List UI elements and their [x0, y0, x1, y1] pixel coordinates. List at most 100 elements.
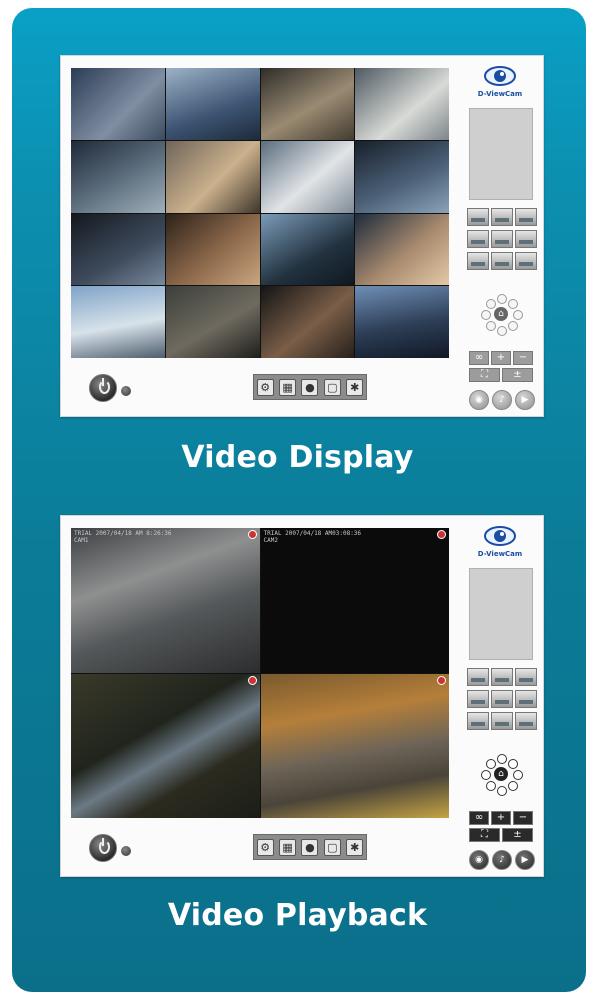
status-light-icon — [121, 846, 131, 856]
zoom-in-button[interactable]: + — [491, 811, 511, 825]
snapshot-icon[interactable]: ◉ — [469, 390, 489, 410]
schedule-icon[interactable]: ▦ — [279, 838, 297, 856]
record-icon[interactable]: ● — [301, 838, 319, 856]
ptz-up-left[interactable] — [486, 759, 496, 769]
settings-icon[interactable]: ⚙ — [256, 838, 274, 856]
focus-bar: ⛶ ± — [469, 828, 533, 842]
camera-tile[interactable] — [71, 286, 165, 358]
zoom-out-button[interactable]: − — [513, 351, 533, 365]
gear-icon[interactable]: ✱ — [346, 838, 364, 856]
layout-button[interactable] — [467, 230, 489, 248]
camera-tile[interactable]: TRIAL 2007/04/18 AM03:08:36 CAM2 — [260, 528, 449, 673]
sequence-button[interactable] — [515, 252, 537, 270]
home-icon[interactable]: ⌂ — [494, 767, 508, 781]
layout-button[interactable] — [491, 668, 513, 686]
zoom-out-button[interactable]: − — [513, 811, 533, 825]
ptz-up-right[interactable] — [508, 759, 518, 769]
gear-icon[interactable]: ✱ — [346, 378, 364, 396]
layout-button[interactable] — [491, 230, 513, 248]
ptz-down-right[interactable] — [508, 321, 518, 331]
document-icon[interactable]: ▢ — [323, 838, 341, 856]
ptz-control: ⌂ — [481, 294, 523, 336]
layout-button[interactable] — [491, 690, 513, 708]
camera-tile[interactable] — [165, 286, 260, 358]
status-light-icon — [121, 386, 131, 396]
playback-icon[interactable]: ▶ — [515, 850, 535, 870]
layout-button[interactable] — [515, 690, 537, 708]
fullscreen-button[interactable] — [491, 712, 513, 730]
zoom-in-button[interactable]: + — [491, 351, 511, 365]
layout-button[interactable] — [467, 690, 489, 708]
ptz-down[interactable] — [497, 786, 507, 796]
camera-tile[interactable] — [165, 213, 260, 286]
focus-adjust-button[interactable]: ± — [502, 368, 533, 382]
settings-icon[interactable]: ⚙ — [256, 378, 274, 396]
layout-button[interactable] — [467, 252, 489, 270]
playback-icon[interactable]: ▶ — [515, 390, 535, 410]
ptz-up-left[interactable] — [486, 299, 496, 309]
layout-button[interactable] — [491, 208, 513, 226]
camera-tile[interactable] — [71, 140, 165, 213]
brand-name: D-ViewCam — [477, 90, 523, 98]
ptz-up[interactable] — [497, 754, 507, 764]
camera-tile[interactable] — [355, 213, 449, 286]
audio-icon[interactable]: ♪ — [492, 390, 512, 410]
camera-tile[interactable] — [71, 68, 165, 140]
camera-tile[interactable] — [71, 213, 165, 286]
focus-adjust-button[interactable]: ± — [502, 828, 533, 842]
home-icon[interactable]: ⌂ — [494, 307, 508, 321]
ptz-down[interactable] — [497, 326, 507, 336]
camera-tile[interactable] — [260, 286, 355, 358]
ptz-right[interactable] — [513, 310, 523, 320]
camera-tile[interactable] — [260, 673, 449, 818]
camera-tile[interactable] — [260, 68, 355, 140]
focus-icon[interactable]: ⛶ — [469, 368, 500, 382]
camera-overlay: TRIAL 2007/04/18 AM 8:26:36 CAM1 — [74, 530, 172, 544]
ptz-control: ⌂ — [481, 754, 523, 796]
camera-tile[interactable] — [355, 286, 449, 358]
ptz-left[interactable] — [481, 770, 491, 780]
camera-tile[interactable] — [355, 68, 449, 140]
audio-icon[interactable]: ♪ — [492, 850, 512, 870]
ptz-down-left[interactable] — [486, 321, 496, 331]
focus-icon[interactable]: ⛶ — [469, 828, 500, 842]
ptz-down-left[interactable] — [486, 781, 496, 791]
camera-tile[interactable] — [260, 140, 355, 213]
record-indicator-icon — [247, 675, 257, 685]
camera-tile[interactable] — [165, 140, 260, 213]
camera-tile[interactable] — [71, 673, 260, 818]
layout-button[interactable] — [467, 712, 489, 730]
ptz-left[interactable] — [481, 310, 491, 320]
camera-tile[interactable] — [260, 213, 355, 286]
side-control-panel: D-ViewCam ⌂ ∞ + − ⛶ ± ◉ ♪ ▶ — [461, 56, 539, 416]
binoculars-icon[interactable]: ∞ — [469, 351, 489, 365]
ptz-right[interactable] — [513, 770, 523, 780]
layout-button[interactable] — [515, 668, 537, 686]
binoculars-icon[interactable]: ∞ — [469, 811, 489, 825]
camera-tile[interactable] — [165, 68, 260, 140]
ptz-down-right[interactable] — [508, 781, 518, 791]
ptz-up-right[interactable] — [508, 299, 518, 309]
fullscreen-button[interactable] — [491, 252, 513, 270]
video-playback-caption: Video Playback — [167, 898, 428, 933]
record-icon[interactable]: ● — [301, 378, 319, 396]
toolbar: ⚙ ▦ ● ▢ ✱ — [253, 834, 367, 860]
layout-button[interactable] — [515, 208, 537, 226]
layout-button[interactable] — [467, 668, 489, 686]
power-button[interactable] — [89, 374, 117, 402]
power-button[interactable] — [89, 834, 117, 862]
snapshot-icon[interactable]: ◉ — [469, 850, 489, 870]
record-indicator-icon — [247, 530, 257, 539]
schedule-icon[interactable]: ▦ — [279, 378, 297, 396]
sequence-button[interactable] — [515, 712, 537, 730]
document-icon[interactable]: ▢ — [323, 378, 341, 396]
layout-buttons — [467, 668, 537, 730]
camera-overlay: TRIAL 2007/04/18 AM03:08:36 CAM2 — [263, 530, 362, 544]
layout-buttons — [467, 208, 537, 270]
camera-tile[interactable] — [355, 140, 449, 213]
layout-button[interactable] — [515, 230, 537, 248]
bottom-round-buttons: ◉ ♪ ▶ — [469, 850, 535, 870]
camera-tile[interactable]: TRIAL 2007/04/18 AM 8:26:36 CAM1 — [71, 528, 260, 673]
ptz-up[interactable] — [497, 294, 507, 304]
layout-button[interactable] — [467, 208, 489, 226]
